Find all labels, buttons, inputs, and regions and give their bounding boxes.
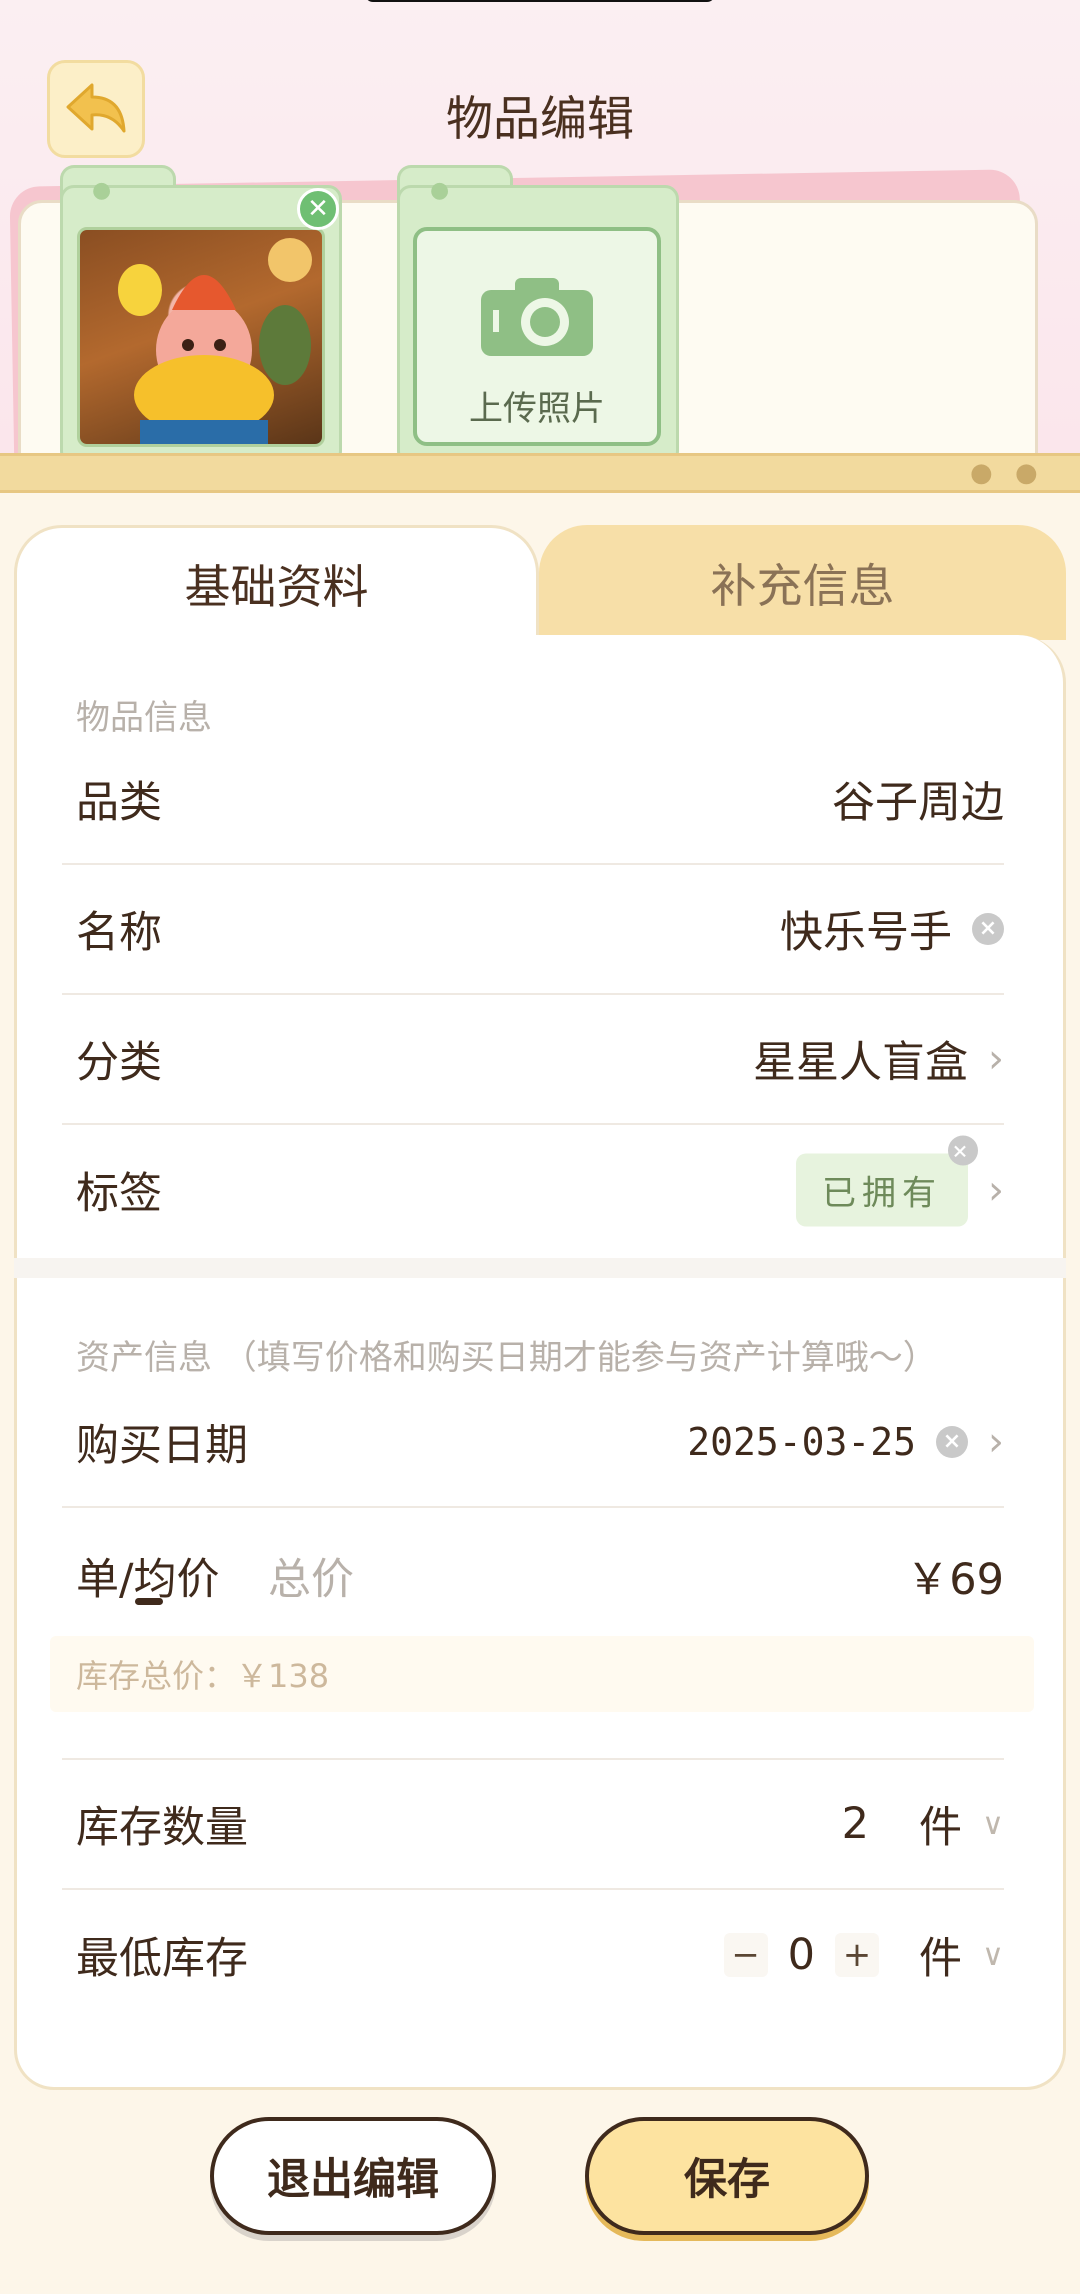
tag-label: 标签 [76,1169,162,1219]
price-value[interactable]: ￥69 [906,1545,1004,1607]
stock-qty-label: 库存数量 [76,1803,248,1853]
upload-photo-button[interactable]: 上传照片 [413,227,661,446]
category-value: 谷子周边 [832,778,1004,828]
decrement-button[interactable]: − [723,1933,768,1977]
clear-date-icon[interactable]: × [936,1426,968,1458]
row-classification[interactable]: 分类 星星人盲盒 › [62,995,1004,1125]
name-label: 名称 [76,908,162,958]
upload-photo-label: 上传照片 [469,389,605,429]
chevron-down-icon[interactable]: ∨ [982,1938,1004,1973]
classification-value: 星星人盲盒 [753,1038,968,1088]
tag-chip-label: 已拥有 [822,1173,942,1214]
chevron-down-icon[interactable]: ∨ [982,1807,1004,1842]
paw-icon: ● [92,178,112,203]
item-photo[interactable] [77,227,325,447]
stock-total-text: 库存总价：￥138 [76,1657,330,1695]
header-area: ● ✕ ● 上传照片 物品编辑 [0,0,1080,455]
purchase-date-label: 购买日期 [76,1421,248,1471]
row-purchase-date[interactable]: 购买日期 2025-03-25 × › [62,1378,1004,1508]
paw-icon: ● [1015,458,1038,488]
row-stock-qty[interactable]: 库存数量 2 件 ∨ [62,1760,1004,1890]
name-value[interactable]: 快乐号手 [780,898,952,960]
status-notch [365,0,715,2]
classification-label: 分类 [76,1038,162,1088]
tag-chip[interactable]: 已拥有 × [796,1135,978,1227]
min-stock-unit[interactable]: 件 [919,1924,962,1986]
stock-total-box: 库存总价：￥138 [50,1636,1034,1712]
chevron-right-icon: › [988,1167,1004,1213]
row-tag[interactable]: 标签 已拥有 × › [62,1125,1004,1255]
remove-photo-button[interactable]: ✕ [297,188,339,230]
remove-tag-icon[interactable]: × [948,1135,978,1166]
paw-icon: ● [430,178,450,203]
tab-total-price[interactable]: 总价 [268,1545,354,1607]
chevron-right-icon: › [988,1419,1004,1465]
page-title: 物品编辑 [446,92,634,147]
save-button[interactable]: 保存 [585,2117,869,2235]
stock-qty-value[interactable]: 2 [842,1799,869,1849]
min-stock-value[interactable]: 0 [788,1930,815,1980]
clear-name-icon[interactable]: × [972,913,1004,945]
section-divider [14,1258,1066,1278]
row-min-stock[interactable]: 最低库存 − 0 + 件 ∨ [62,1890,1004,2020]
tab-basic-info[interactable]: 基础资料 [14,525,539,640]
stock-qty-unit[interactable]: 件 [919,1793,962,1855]
camera-icon [481,278,593,356]
purchase-date-value: 2025-03-25 [687,1420,916,1464]
item-photo-figure [118,238,312,444]
min-stock-label: 最低库存 [76,1934,248,1984]
row-name[interactable]: 名称 快乐号手 × [62,865,1004,995]
section-title-asset-info: 资产信息 （填写价格和购买日期才能参与资产计算哦～） [76,1338,937,1378]
active-tab-indicator [135,1598,163,1605]
category-label: 品类 [76,778,162,828]
chevron-right-icon: › [988,1036,1004,1082]
paw-icon: ● [970,458,993,488]
exit-edit-button[interactable]: 退出编辑 [210,2117,496,2235]
section-title-item-info: 物品信息 [76,698,212,738]
tab-extra-info[interactable]: 补充信息 [539,525,1066,640]
row-category[interactable]: 品类 谷子周边 [62,735,1004,865]
increment-button[interactable]: + [835,1933,880,1977]
wood-shelf [0,453,1080,493]
